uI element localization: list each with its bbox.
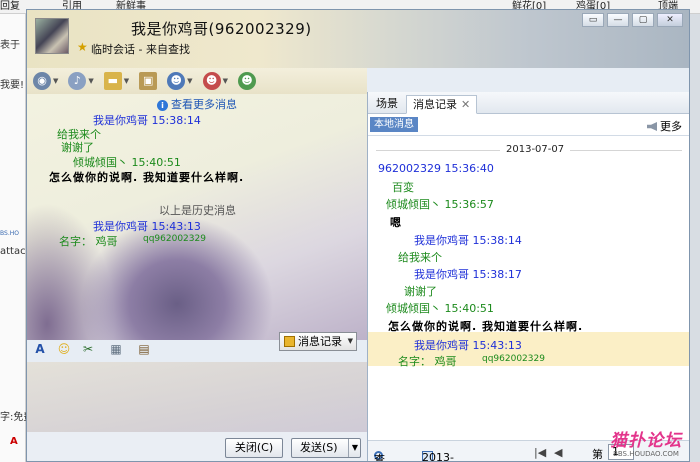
add-friend-tool[interactable]: ☻ xyxy=(237,72,256,90)
close-button[interactable]: ✕ xyxy=(657,13,683,27)
block-user-tool[interactable]: ☻ ▼ xyxy=(202,72,228,90)
chat-window: 我是你鸡哥(962002329) ★ 临时会话 - 来自查找 ▭ — ▢ ✕ ◉… xyxy=(26,9,690,462)
forum-snippet: 表于 xyxy=(0,40,20,51)
watermark-logo: 猫扑论坛 BBS.HOUDAO.COM xyxy=(610,431,682,458)
record-header: 962002329 15:36:40 xyxy=(378,162,494,175)
more-button[interactable]: 更多 xyxy=(647,118,682,134)
message-record-button[interactable]: 消息记录 ▼ xyxy=(279,332,357,351)
user-icon: ☻ xyxy=(167,72,186,90)
folder-icon: ▬ xyxy=(103,72,122,90)
forum-snippet: BS.HO xyxy=(0,230,19,237)
message-text: 怎么做你的说啊. 我知道要什么样啊. xyxy=(49,171,245,184)
info-icon: i xyxy=(157,100,168,111)
chevron-down-icon: ▼ xyxy=(347,337,353,345)
session-subtitle: 临时会话 - 来自查找 xyxy=(91,43,190,56)
chevron-down-icon: ▼ xyxy=(53,77,59,85)
voice-call-tool[interactable]: ♪ ▼ xyxy=(68,72,94,90)
message-text: 名字： 鸡哥 xyxy=(59,235,118,248)
close-chat-button[interactable]: 关闭(C) xyxy=(225,438,283,458)
panel-tabs: 场景 消息记录 ✕ xyxy=(368,92,689,114)
video-call-tool[interactable]: ◉ ▼ xyxy=(33,72,58,90)
emoji-icon[interactable]: ☺ xyxy=(55,340,73,358)
first-page-icon[interactable]: |◀ xyxy=(534,446,546,459)
message-record-icon xyxy=(284,336,295,347)
chevron-down-icon: ▼ xyxy=(88,77,94,85)
record-header: 倾城倾国丶 15:40:51 xyxy=(386,302,494,315)
bottom-bar: 关闭(C) 发送(S) ▼ xyxy=(27,432,367,461)
message-text: 谢谢了 xyxy=(61,141,94,154)
message-header: 我是你鸡哥 15:43:13 xyxy=(93,220,201,233)
profile-tool[interactable]: ☻ ▼ xyxy=(167,72,193,90)
record-header: 我是你鸡哥 15:43:13 xyxy=(414,339,522,352)
view-more-messages-link[interactable]: i 查看更多消息 xyxy=(157,96,237,112)
title-bar: 我是你鸡哥(962002329) ★ 临时会话 - 来自查找 ▭ — ▢ ✕ xyxy=(27,10,689,68)
forum-snippet: 我要! xyxy=(0,80,25,91)
more-tools-icon[interactable]: ▤ xyxy=(135,340,153,358)
record-text: 怎么做你的说啊. 我知道要什么样啊. xyxy=(388,320,584,333)
message-history-panel: 场景 消息记录 ✕ 本地消息 更多 2013-07-07 962002329 15… xyxy=(367,92,689,461)
record-header: 我是你鸡哥 15:38:17 xyxy=(414,268,522,281)
star-icon: ★ xyxy=(77,40,88,54)
chat-toolbar: ◉ ▼ ♪ ▼ ▬ ▼ ▣ ☻ ▼ ☻ ▼ ☻ xyxy=(27,68,367,94)
record-list: 2013-07-07 962002329 15:36:40 百変 倾城倾国丶 1… xyxy=(368,136,689,440)
minimize-button[interactable]: — xyxy=(607,13,629,27)
forum-font-color-button[interactable]: A xyxy=(10,436,18,447)
image-icon[interactable]: ▦ xyxy=(107,340,125,358)
conversation-area: i 查看更多消息 我是你鸡哥 15:38:14 给我来个 谢谢了 倾城倾国丶 15… xyxy=(27,94,367,340)
app-tool[interactable]: ▣ xyxy=(139,72,158,90)
add-user-icon: ☻ xyxy=(237,72,256,90)
record-text: 名字： 鸡哥 xyxy=(398,355,457,368)
send-button[interactable]: 发送(S) ▼ xyxy=(291,438,361,458)
contact-name: 我是你鸡哥(962002329) xyxy=(131,20,312,38)
screenshot-icon[interactable]: ✂ xyxy=(79,340,97,358)
camera-icon: ◉ xyxy=(33,72,51,90)
record-text: qq962002329 xyxy=(482,354,545,364)
record-text: 百変 xyxy=(392,181,414,194)
speaker-icon xyxy=(647,122,657,131)
record-text: 谢谢了 xyxy=(404,285,437,298)
record-header: 我是你鸡哥 15:38:14 xyxy=(414,234,522,247)
message-header: 倾城倾国丶 15:40:51 xyxy=(73,156,181,169)
tab-message-record[interactable]: 消息记录 ✕ xyxy=(406,95,478,114)
chevron-down-icon: ▼ xyxy=(123,77,130,85)
record-text: 给我来个 xyxy=(398,251,442,264)
tab-scene[interactable]: 场景 xyxy=(370,95,404,114)
forum-left-column: 表于 我要! BS.HO attach 字:免费 A xyxy=(0,14,33,462)
message-text: qq962002329 xyxy=(143,234,206,244)
microphone-icon: ♪ xyxy=(68,72,87,90)
font-icon[interactable]: A xyxy=(31,340,49,358)
close-icon[interactable]: ✕ xyxy=(461,98,470,111)
record-header: 倾城倾国丶 15:36:57 xyxy=(386,198,494,211)
record-text: 嗯 xyxy=(390,216,402,229)
avatar[interactable] xyxy=(35,18,69,54)
message-input[interactable] xyxy=(27,362,367,432)
chevron-down-icon[interactable]: ▼ xyxy=(347,439,358,457)
forum-reply-link[interactable]: 回复 xyxy=(0,0,20,13)
remove-user-icon: ☻ xyxy=(202,72,221,90)
skin-button[interactable]: ▭ xyxy=(582,13,604,27)
tab-local-messages[interactable]: 本地消息 xyxy=(370,117,418,132)
message-header: 我是你鸡哥 15:38:14 xyxy=(93,114,201,127)
date-divider: 2013-07-07 xyxy=(376,144,682,156)
chevron-down-icon: ▼ xyxy=(222,77,228,85)
file-transfer-tool[interactable]: ▬ ▼ xyxy=(103,72,130,90)
prev-page-icon[interactable]: ◀ xyxy=(554,446,562,459)
app-icon: ▣ xyxy=(139,72,158,90)
maximize-button[interactable]: ▢ xyxy=(632,13,654,27)
record-subtabs: 本地消息 更多 xyxy=(368,114,689,136)
history-divider: 以上是历史消息 xyxy=(159,204,236,217)
chevron-down-icon: ▼ xyxy=(187,77,193,85)
window-controls: ▭ — ▢ ✕ xyxy=(582,13,683,27)
